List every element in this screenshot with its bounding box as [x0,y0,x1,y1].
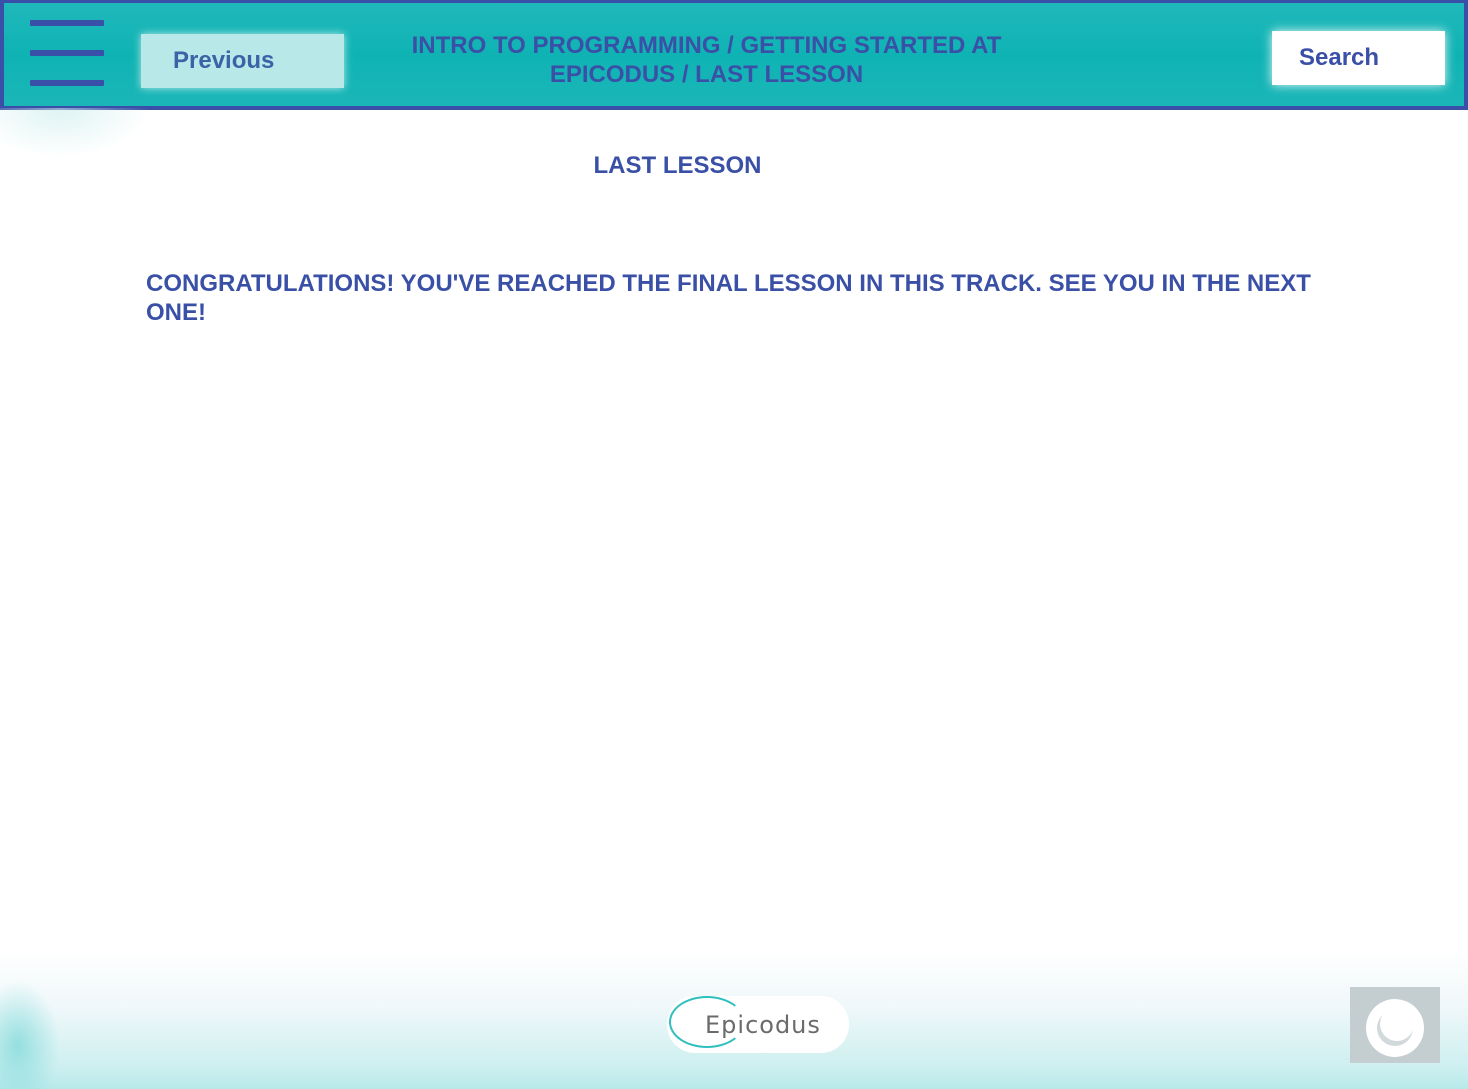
decorative-glow [0,980,60,1089]
top-navbar: Previous INTRO TO PROGRAMMING / GETTING … [0,0,1468,110]
breadcrumb-line-2[interactable]: EPICODUS / LAST LESSON [384,60,1029,89]
previous-button[interactable]: Previous [141,34,344,88]
decorative-glow [0,108,150,158]
page: Previous INTRO TO PROGRAMMING / GETTING … [0,0,1468,1089]
lesson-body: CONGRATULATIONS! YOU'VE REACHED THE FINA… [146,270,1311,326]
chat-widget-button[interactable] [1350,987,1440,1063]
chat-icon-highlight [1380,1007,1414,1041]
breadcrumb: INTRO TO PROGRAMMING / GETTING STARTED A… [384,31,1029,89]
hamburger-menu-icon[interactable] [30,18,104,90]
menu-bar [30,20,104,26]
epicodus-logo[interactable]: Epicodus [667,996,849,1053]
menu-bar [30,80,104,86]
logo-wordmark: Epicodus [705,1011,821,1039]
lesson-title: LAST LESSON [593,152,762,179]
breadcrumb-line-1[interactable]: INTRO TO PROGRAMMING / GETTING STARTED A… [384,31,1029,60]
menu-bar [30,50,104,56]
search-button[interactable]: Search [1272,31,1445,85]
